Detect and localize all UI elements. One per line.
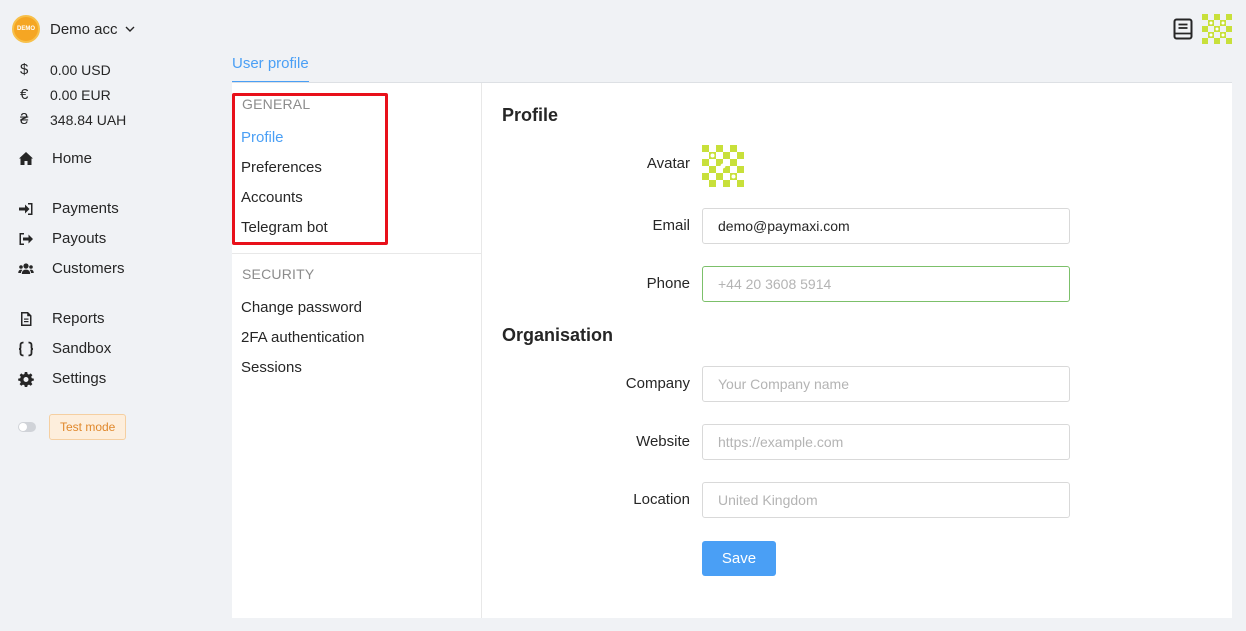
submenu-heading-security: SECURITY xyxy=(242,266,315,282)
section-title-profile: Profile xyxy=(502,105,559,125)
tab-user-profile[interactable]: User profile xyxy=(232,55,309,83)
nav-sandbox[interactable]: Sandbox xyxy=(18,340,111,357)
nav-label: Sandbox xyxy=(52,340,112,357)
submenu-item-profile[interactable]: Profile xyxy=(241,129,284,146)
submenu-item-change-password[interactable]: Change password xyxy=(241,299,362,316)
currency-symbol: $ xyxy=(20,61,29,78)
balance-amount: 348.84 UAH xyxy=(50,111,127,128)
company-label: Company xyxy=(625,375,690,392)
user-avatar[interactable] xyxy=(1202,14,1232,44)
submenu-item-2fa[interactable]: 2FA authentication xyxy=(241,329,364,346)
avatar-label: Avatar xyxy=(646,155,690,172)
account-switcher[interactable]: DEMO Demo acc xyxy=(12,15,136,43)
account-name: Demo acc xyxy=(50,20,118,38)
currency-symbol: € xyxy=(20,86,29,103)
sidebar: DEMO Demo acc $ 0.00 USD € 0.00 EUR ₴ 34… xyxy=(0,0,215,631)
balance-uah: ₴ 348.84 UAH xyxy=(20,111,126,128)
nav-label: Customers xyxy=(52,260,125,277)
nav-reports[interactable]: Reports xyxy=(18,310,105,327)
settings-submenu: GENERAL Profile Preferences Accounts Tel… xyxy=(232,83,482,618)
save-button[interactable]: Save xyxy=(702,541,776,576)
currency-symbol: ₴ xyxy=(20,111,29,128)
website-label: Website xyxy=(636,433,690,450)
nav-customers[interactable]: Customers xyxy=(18,260,125,277)
toggle-icon[interactable] xyxy=(18,422,36,432)
reports-icon xyxy=(21,311,32,326)
nav-home[interactable]: Home xyxy=(18,150,92,167)
phone-label: Phone xyxy=(646,275,690,292)
test-mode: Test mode xyxy=(18,414,127,440)
submenu-item-accounts[interactable]: Accounts xyxy=(241,189,303,206)
avatar[interactable] xyxy=(702,145,744,187)
payments-icon xyxy=(19,202,33,215)
settings-icon xyxy=(18,371,34,387)
nav-label: Home xyxy=(52,150,93,167)
nav-payments[interactable]: Payments xyxy=(18,200,119,217)
chevron-down-icon xyxy=(125,26,135,32)
nav-label: Payouts xyxy=(52,230,107,247)
email-label: Email xyxy=(652,217,690,234)
submenu-item-telegram-bot[interactable]: Telegram bot xyxy=(241,219,328,236)
balance-eur: € 0.00 EUR xyxy=(20,86,111,103)
balance-amount: 0.00 EUR xyxy=(50,86,111,103)
submenu-item-sessions[interactable]: Sessions xyxy=(241,359,302,376)
location-label: Location xyxy=(633,491,690,508)
payouts-icon xyxy=(19,232,33,245)
submenu-divider xyxy=(232,253,482,254)
book-icon[interactable] xyxy=(1172,18,1194,40)
profile-panel: GENERAL Profile Preferences Accounts Tel… xyxy=(232,83,1232,618)
balance-usd: $ 0.00 USD xyxy=(20,61,111,78)
nav-label: Payments xyxy=(52,200,119,217)
nav-label: Settings xyxy=(52,370,107,387)
balance-amount: 0.00 USD xyxy=(50,61,111,78)
submenu-heading-general: GENERAL xyxy=(242,96,311,112)
sandbox-icon xyxy=(18,341,34,356)
submenu-item-preferences[interactable]: Preferences xyxy=(241,159,322,176)
location-field[interactable] xyxy=(702,482,1070,518)
nav-label: Reports xyxy=(52,310,105,327)
customers-icon xyxy=(18,262,34,274)
email-field[interactable] xyxy=(702,208,1070,244)
nav-settings[interactable]: Settings xyxy=(18,370,106,387)
website-field[interactable] xyxy=(702,424,1070,460)
nav-payouts[interactable]: Payouts xyxy=(18,230,106,247)
section-title-organisation: Organisation xyxy=(502,325,614,345)
test-mode-badge: Test mode xyxy=(49,414,127,440)
phone-field[interactable] xyxy=(702,266,1070,302)
home-icon xyxy=(19,151,33,165)
profile-form: Profile Avatar Email Phone Organisation … xyxy=(482,83,1232,618)
company-field[interactable] xyxy=(702,366,1070,402)
account-logo: DEMO xyxy=(12,15,40,43)
